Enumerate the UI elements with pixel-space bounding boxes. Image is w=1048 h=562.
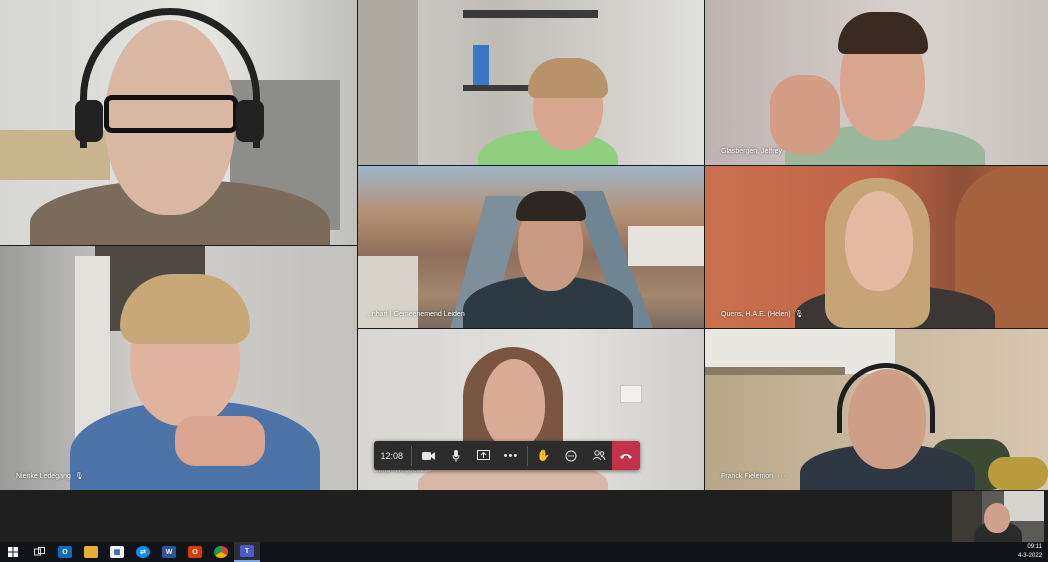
divider: [411, 445, 413, 466]
video-stage: Glasbergen, Jeffrey Nienke Ledegang 🎙 ..…: [0, 0, 1048, 490]
participant-name: ...nhart | Gemeenemend Leiden: [366, 311, 465, 318]
more-icon: •••: [503, 449, 519, 462]
hang-up-icon: [620, 453, 633, 459]
video-tile-5[interactable]: ...nhart | Gemeenemend Leiden: [358, 166, 704, 328]
meeting-controls: 12:08 ••• ✋: [374, 441, 641, 470]
camera-button[interactable]: [414, 441, 442, 470]
teams-taskbar-button[interactable]: T: [234, 542, 260, 562]
start-button[interactable]: [0, 542, 26, 562]
calendar-taskbar-button[interactable]: ▦: [104, 542, 130, 562]
video-tile-8[interactable]: Franck Fielemon ···: [705, 329, 1048, 490]
file-explorer-icon: [84, 546, 98, 558]
calendar-icon: ▦: [110, 546, 124, 558]
video-tile-4[interactable]: Nienke Ledegang 🎙: [0, 246, 357, 490]
windows-start-icon: [8, 547, 18, 557]
participant-name: Quens, H.A.E. (Helen) 🎙: [721, 311, 804, 318]
taskbar: O ▦ ⇄ W O T 09:11 4-3-2022: [0, 542, 1048, 562]
more-options-icon[interactable]: ···: [777, 472, 787, 482]
chrome-icon: [214, 546, 228, 558]
task-view-button[interactable]: [26, 542, 52, 562]
video-tile-6[interactable]: Quens, H.A.E. (Helen) 🎙: [705, 166, 1048, 328]
participants-icon: [592, 450, 606, 461]
camera-icon: [421, 451, 435, 460]
microphone-off-icon: 🎙: [794, 311, 804, 318]
clock-date: 4-3-2022: [1017, 553, 1042, 559]
participants-button[interactable]: [585, 441, 613, 470]
share-screen-button[interactable]: [470, 441, 498, 470]
video-tile-3[interactable]: Glasbergen, Jeffrey: [705, 0, 1048, 165]
chrome-taskbar-button[interactable]: [208, 542, 234, 562]
video-tile-1[interactable]: [0, 0, 357, 245]
microphone-icon: [452, 449, 460, 462]
office-icon: O: [188, 546, 202, 558]
outlook-icon: O: [58, 546, 72, 558]
word-taskbar-button[interactable]: W: [156, 542, 182, 562]
self-view-video[interactable]: [952, 491, 1044, 542]
divider: [526, 445, 528, 466]
outlook-taskbar-button[interactable]: O: [52, 542, 78, 562]
chat-button[interactable]: [557, 441, 585, 470]
microphone-button[interactable]: [442, 441, 470, 470]
teams-icon: T: [240, 545, 254, 557]
file-explorer-taskbar-button[interactable]: [78, 542, 104, 562]
chat-icon: [565, 450, 577, 461]
office-taskbar-button[interactable]: O: [182, 542, 208, 562]
participant-name: Glasbergen, Jeffrey: [721, 148, 782, 155]
clock-time: 09:11: [1027, 544, 1042, 550]
microphone-off-icon: 🎙: [74, 473, 84, 480]
more-button[interactable]: •••: [497, 441, 525, 470]
word-icon: W: [162, 546, 176, 558]
participant-name: Nienke Ledegang 🎙: [16, 473, 84, 480]
share-screen-icon: [476, 450, 490, 460]
hang-up-button[interactable]: [612, 441, 641, 470]
teamviewer-icon: ⇄: [136, 546, 150, 558]
meeting-timer: 12:08: [380, 450, 403, 461]
raise-hand-icon: ✋: [536, 450, 551, 462]
participant-name: Franck Fielemon ···: [721, 472, 788, 482]
system-clock[interactable]: 09:11 4-3-2022: [1018, 543, 1042, 561]
raise-hand-button[interactable]: ✋: [530, 441, 558, 470]
task-view-icon: [33, 547, 45, 556]
teamviewer-taskbar-button[interactable]: ⇄: [130, 542, 156, 562]
video-tile-2[interactable]: [358, 0, 704, 165]
